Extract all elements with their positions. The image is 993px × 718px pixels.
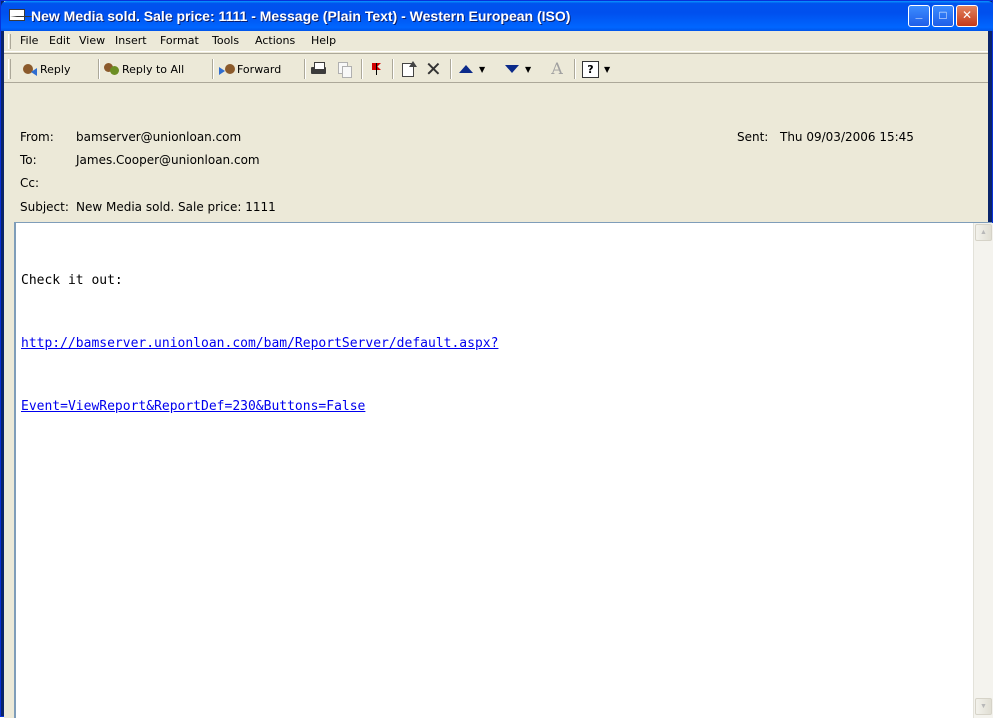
- close-button[interactable]: ✕: [956, 5, 978, 27]
- to-label: To:: [20, 153, 37, 167]
- report-link[interactable]: Event=ViewReport&ReportDef=230&Buttons=F…: [21, 396, 498, 417]
- envelope-icon: [9, 9, 38, 21]
- reply-button[interactable]: Reply: [22, 59, 70, 79]
- toolbar-separator: [361, 59, 363, 79]
- toolbar-separator: [98, 59, 100, 79]
- toolbar-grip[interactable]: [8, 59, 11, 79]
- menu-file[interactable]: File: [20, 34, 38, 47]
- scroll-down-button[interactable]: ▼: [975, 698, 992, 715]
- subject-label: Subject:: [20, 200, 69, 214]
- arrow-down-icon: [504, 61, 520, 77]
- reply-label: Reply: [40, 62, 71, 76]
- forward-button[interactable]: Forward: [219, 59, 281, 79]
- from-label: From:: [20, 130, 54, 144]
- copy-button[interactable]: [336, 59, 354, 79]
- help-icon: ?: [582, 60, 599, 78]
- reply-all-button[interactable]: Reply to All: [104, 59, 184, 79]
- move-to-folder-icon: [401, 61, 417, 77]
- toolbar-separator: [574, 59, 576, 79]
- flag-icon: [369, 61, 385, 77]
- forward-label: Forward: [237, 62, 282, 76]
- help-button[interactable]: ? ▼: [582, 59, 610, 79]
- sent-label: Sent:: [737, 130, 769, 144]
- delete-button[interactable]: ✕: [425, 59, 443, 79]
- message-body[interactable]: Check it out: http://bamserver.unionloan…: [14, 222, 993, 718]
- title-bar[interactable]: New Media sold. Sale price: 1111 - Messa…: [1, 1, 993, 31]
- minimize-icon: _: [915, 6, 923, 20]
- to-value[interactable]: James.Cooper@unionloan.com: [76, 153, 260, 167]
- chevron-down-icon: ▼: [604, 64, 611, 74]
- sent-value: Thu 09/03/2006 15:45: [780, 130, 914, 144]
- body-line: Check it out:: [21, 273, 123, 288]
- message-text: Check it out: http://bamserver.unionloan…: [21, 228, 498, 459]
- maximize-icon: □: [939, 8, 947, 22]
- menu-format[interactable]: Format: [160, 34, 199, 47]
- toolbar-separator: [392, 59, 394, 79]
- font-size-icon: A: [551, 59, 563, 78]
- toolbar-separator: [450, 59, 452, 79]
- chevron-down-icon: ▼: [479, 64, 486, 74]
- delete-icon: ✕: [425, 57, 442, 81]
- scroll-up-button[interactable]: ▲: [975, 224, 992, 241]
- toolbar-separator: [212, 59, 214, 79]
- close-icon: ✕: [961, 8, 973, 22]
- menu-help[interactable]: Help: [311, 34, 336, 47]
- maximize-button[interactable]: □: [932, 5, 954, 27]
- forward-icon: [219, 61, 235, 77]
- minimize-button[interactable]: _: [908, 5, 930, 27]
- menu-insert[interactable]: Insert: [115, 34, 147, 47]
- window-title: New Media sold. Sale price: 1111 - Messa…: [31, 8, 571, 24]
- menu-view[interactable]: View: [79, 34, 105, 47]
- from-value[interactable]: bamserver@unionloan.com: [76, 130, 241, 144]
- menu-grip[interactable]: [8, 34, 11, 49]
- message-window: New Media sold. Sale price: 1111 - Messa…: [0, 0, 993, 718]
- follow-up-flag-button[interactable]: [369, 59, 387, 79]
- chevron-down-icon: ▼: [525, 64, 532, 74]
- reply-all-label: Reply to All: [122, 62, 185, 76]
- message-header: From: bamserver@unionloan.com Sent: Thu …: [4, 84, 988, 221]
- menu-tools[interactable]: Tools: [212, 34, 239, 47]
- move-to-folder-button[interactable]: [401, 59, 419, 79]
- menu-edit[interactable]: Edit: [49, 34, 70, 47]
- arrow-up-icon: [458, 61, 474, 77]
- font-size-button[interactable]: A: [549, 59, 567, 79]
- reply-all-icon: [104, 61, 120, 77]
- print-button[interactable]: [310, 59, 330, 79]
- cc-label: Cc:: [20, 176, 40, 190]
- previous-item-button[interactable]: ▼: [458, 59, 485, 79]
- copy-icon: [336, 61, 352, 78]
- next-item-button[interactable]: ▼: [504, 59, 531, 79]
- print-icon: [310, 61, 328, 77]
- subject-value: New Media sold. Sale price: 1111: [76, 200, 276, 214]
- report-link[interactable]: http://bamserver.unionloan.com/bam/Repor…: [21, 333, 498, 354]
- menu-actions[interactable]: Actions: [255, 34, 295, 47]
- menu-bar: File Edit View Insert Format Tools Actio…: [4, 31, 988, 52]
- reply-icon: [22, 61, 38, 77]
- vertical-scrollbar[interactable]: ▲ ▼: [973, 223, 993, 718]
- standard-toolbar: Reply Reply to All Forward ✕ ▼ ▼ A ? ▼: [4, 53, 988, 83]
- toolbar-separator: [304, 59, 306, 79]
